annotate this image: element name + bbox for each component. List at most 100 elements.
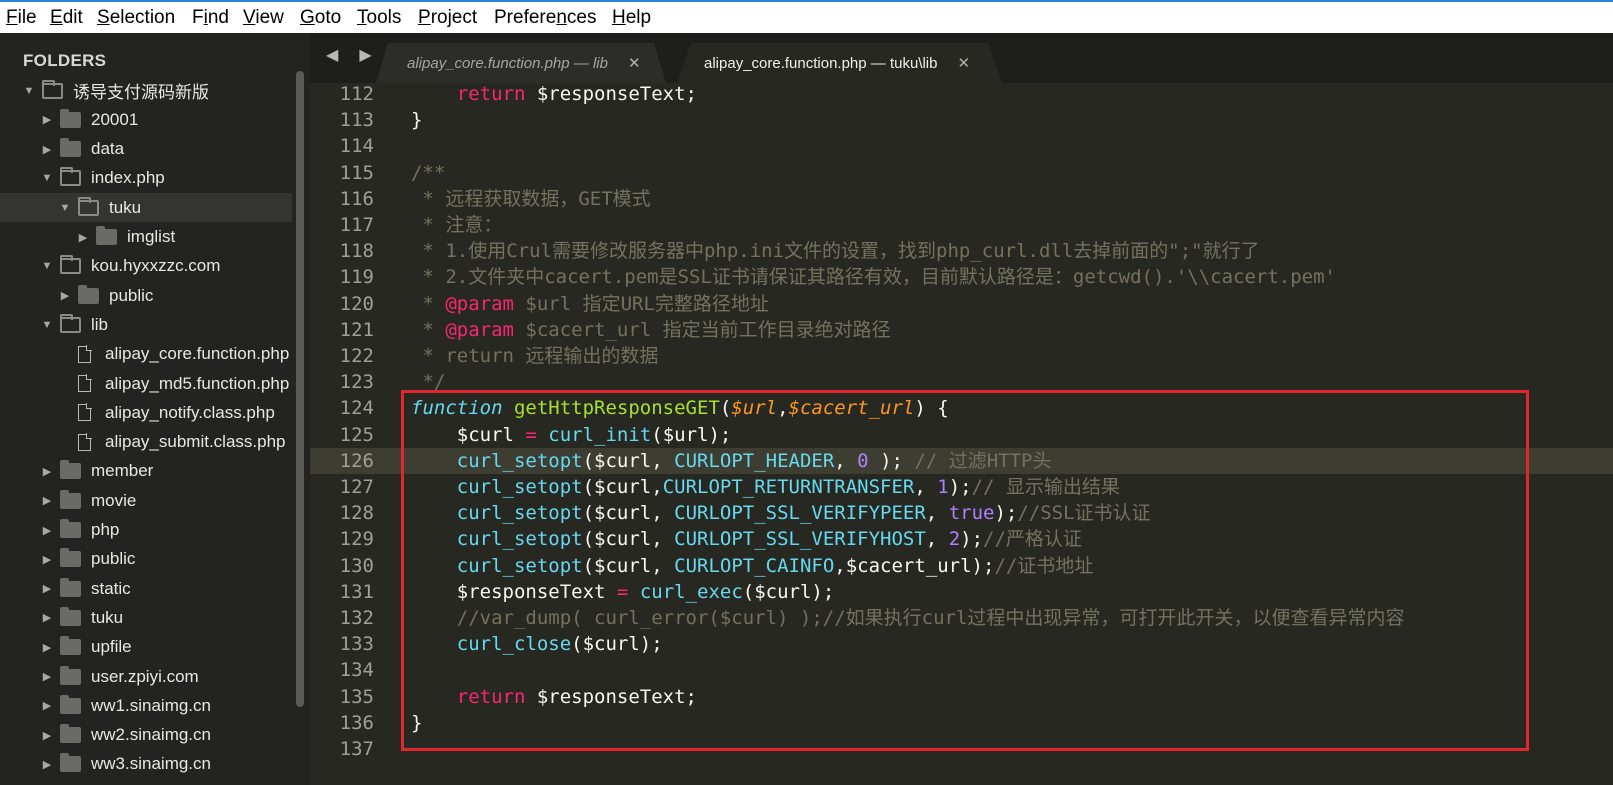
- tree-item-label: lib: [91, 314, 109, 334]
- disclosure-collapsed-icon[interactable]: ▶: [40, 494, 54, 507]
- disclosure-collapsed-icon[interactable]: ▶: [40, 699, 54, 712]
- tree-folder-item[interactable]: ▼ lib: [0, 310, 292, 339]
- tree-folder-item[interactable]: ▶ tuku: [0, 603, 292, 632]
- menu-goto[interactable]: Goto: [300, 7, 341, 29]
- code-line[interactable]: 117 * 注意：: [310, 212, 1613, 238]
- line-number: 132: [339, 607, 374, 629]
- line-number: 124: [339, 397, 374, 420]
- menu-help[interactable]: Help: [612, 7, 651, 29]
- tree-file-item[interactable]: alipay_submit.class.php: [0, 428, 292, 457]
- tree-folder-item[interactable]: ▶ public: [0, 545, 292, 574]
- menu-project[interactable]: Project: [418, 7, 477, 29]
- disclosure-collapsed-icon[interactable]: ▶: [40, 113, 54, 126]
- code-line[interactable]: 120 * @param $url 指定URL完整路径地址: [310, 291, 1613, 317]
- tree-item-label: upfile: [91, 637, 132, 657]
- disclosure-collapsed-icon[interactable]: ▶: [76, 231, 90, 244]
- tab-alipay-core-lib[interactable]: alipay_core.function.php — lib ✕: [376, 43, 666, 83]
- tab-nav-arrows[interactable]: ◀ ▶: [326, 45, 380, 64]
- disclosure-collapsed-icon[interactable]: ▶: [40, 611, 54, 624]
- code-line[interactable]: 113}: [310, 107, 1613, 133]
- tree-folder-item[interactable]: ▼ index.php: [0, 164, 292, 193]
- disclosure-collapsed-icon[interactable]: ▶: [40, 143, 54, 156]
- menu-tools[interactable]: Tools: [357, 7, 401, 29]
- tree-folder-item[interactable]: ▶ 20001: [0, 105, 292, 134]
- disclosure-collapsed-icon[interactable]: ▶: [40, 524, 54, 537]
- tree-file-item[interactable]: alipay_core.function.php: [0, 340, 292, 369]
- sidebar-scrollbar[interactable]: [296, 71, 304, 707]
- tree-folder-item[interactable]: ▶ user.zpiyi.com: [0, 662, 292, 691]
- tab-bar: ◀ ▶ alipay_core.function.php — lib ✕ ali…: [310, 33, 1613, 83]
- line-number: 129: [339, 528, 374, 551]
- folder-icon: [60, 636, 81, 656]
- tree-folder-item[interactable]: ▶ php: [0, 516, 292, 545]
- tree-item-label: alipay_core.function.php: [105, 344, 290, 364]
- line-number: 112: [339, 83, 374, 105]
- annotation-highlight-box: [401, 390, 1529, 751]
- tree-item-label: data: [91, 139, 125, 159]
- tree-folder-item[interactable]: ▶ ww2.sinaimg.cn: [0, 721, 292, 750]
- code-line[interactable]: 116 * 远程获取数据，GET模式: [310, 186, 1613, 212]
- code-line[interactable]: 114: [310, 133, 1613, 159]
- menu-selection[interactable]: Selection: [97, 7, 175, 29]
- disclosure-collapsed-icon[interactable]: ▶: [40, 641, 54, 654]
- disclosure-collapsed-icon[interactable]: ▶: [40, 553, 54, 566]
- disclosure-collapsed-icon[interactable]: ▶: [40, 729, 54, 742]
- tree-folder-item[interactable]: ▶ imglist: [0, 223, 292, 252]
- disclosure-collapsed-icon[interactable]: ▶: [40, 465, 54, 478]
- sidebar-title: FOLDERS: [23, 51, 107, 70]
- disclosure-collapsed-icon[interactable]: ▶: [58, 289, 72, 302]
- close-icon[interactable]: ✕: [628, 54, 641, 72]
- tree-file-item[interactable]: alipay_notify.class.php: [0, 398, 292, 427]
- tree-folder-item[interactable]: ▶ upfile: [0, 633, 292, 662]
- code-line[interactable]: 121 * @param $cacert_url 指定当前工作目录绝对路径: [310, 317, 1613, 343]
- tree-folder-item[interactable]: ▶ public: [0, 281, 292, 310]
- disclosure-collapsed-icon[interactable]: ▶: [40, 758, 54, 771]
- disclosure-expanded-icon[interactable]: ▼: [40, 172, 54, 184]
- tree-folder-item[interactable]: ▼ 诱导支付源码新版: [0, 76, 292, 105]
- disclosure-expanded-icon[interactable]: ▼: [58, 202, 72, 214]
- sidebar: FOLDERS ▼ 诱导支付源码新版 ▶ 20001 ▶ data ▼ index.php ▼ t…: [0, 33, 310, 785]
- tree-folder-item[interactable]: ▶ data: [0, 135, 292, 164]
- close-icon[interactable]: ✕: [957, 54, 970, 72]
- tree-folder-item[interactable]: ▼ kou.hyxxzzc.com: [0, 252, 292, 281]
- line-number: 130: [339, 554, 374, 577]
- tree-folder-item[interactable]: ▶ member: [0, 457, 292, 486]
- line-number: 119: [339, 266, 374, 289]
- disclosure-expanded-icon[interactable]: ▼: [22, 85, 36, 97]
- code-line[interactable]: 119 * 2.文件夹中cacert.pem是SSL证书请保证其路径有效，目前默…: [310, 264, 1613, 290]
- disclosure-expanded-icon[interactable]: ▼: [40, 319, 54, 331]
- code-line[interactable]: 115 /**: [310, 160, 1613, 186]
- disclosure-expanded-icon[interactable]: ▼: [40, 260, 54, 272]
- line-number: 122: [339, 345, 374, 367]
- code-line[interactable]: 118 * 1.使用Crul需要修改服务器中php.ini文件的设置，找到php…: [310, 238, 1613, 264]
- menu-preferences[interactable]: Preferences: [494, 7, 596, 29]
- tree-file-item[interactable]: alipay_md5.function.php: [0, 369, 292, 398]
- file-icon: [78, 344, 92, 363]
- tab-alipay-core-tuku-lib[interactable]: alipay_core.function.php — tuku\lib ✕: [677, 43, 1002, 83]
- line-number: 117: [339, 214, 374, 236]
- folder-icon: [60, 519, 81, 538]
- code-text: * return 远程输出的数据: [411, 345, 659, 367]
- menu-find[interactable]: Find: [192, 7, 229, 29]
- tree-folder-item[interactable]: ▶ movie: [0, 486, 292, 515]
- disclosure-collapsed-icon[interactable]: ▶: [40, 582, 54, 595]
- line-number: 116: [339, 187, 374, 210]
- line-number: 131: [339, 580, 374, 603]
- code-line[interactable]: 122 * return 远程输出的数据: [310, 343, 1613, 369]
- tree-folder-item[interactable]: ▶ ww3.sinaimg.cn: [0, 750, 292, 779]
- menu-view[interactable]: View: [243, 7, 284, 29]
- tree-folder-item[interactable]: ▶ static: [0, 574, 292, 603]
- folder-icon: [78, 284, 99, 304]
- folder-icon: [60, 694, 81, 714]
- code-text: * @param $url 指定URL完整路径地址: [411, 292, 769, 315]
- menu-edit[interactable]: Edit: [50, 7, 83, 29]
- disclosure-collapsed-icon[interactable]: ▶: [40, 670, 54, 683]
- tree-folder-item[interactable]: ▼ tuku: [0, 193, 292, 223]
- menu-file[interactable]: File: [6, 7, 37, 29]
- tree-item-label: tuku: [109, 197, 142, 217]
- tree-folder-item[interactable]: ▶ ww1.sinaimg.cn: [0, 691, 292, 720]
- folder-icon: [60, 548, 81, 568]
- folder-open-icon: [78, 196, 99, 216]
- code-line[interactable]: 112 return $responseText;: [310, 83, 1613, 107]
- tree-item-label: alipay_submit.class.php: [105, 432, 286, 452]
